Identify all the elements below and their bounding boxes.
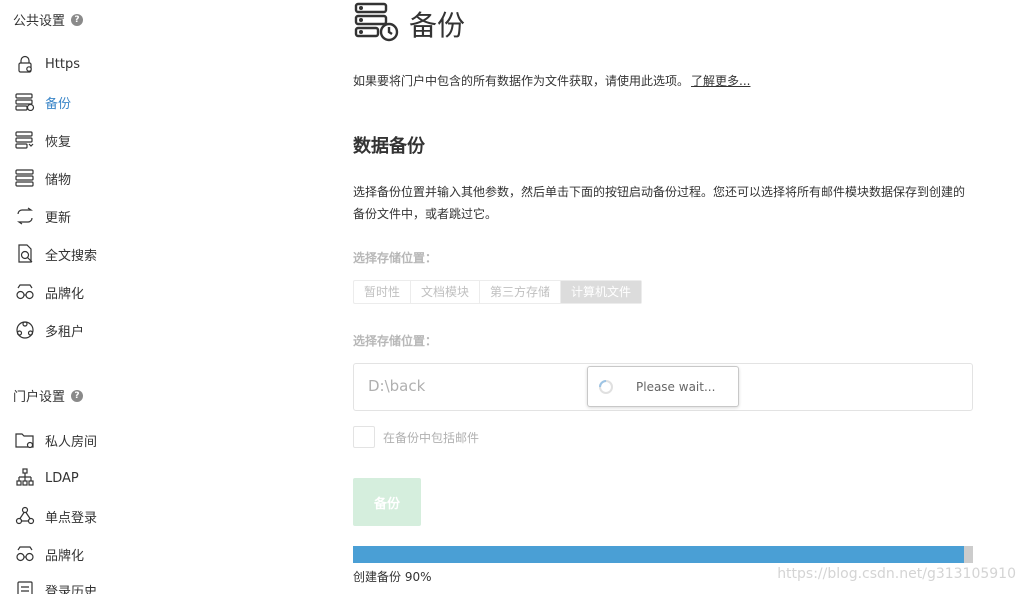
sidebar-item-label: LDAP [45,470,79,486]
private-room-folder-icon [14,429,36,451]
path-label: 选择存储位置： [353,334,438,348]
branding-glasses-icon [14,543,36,565]
page-title: 备份 [353,2,465,46]
sidebar-item-label: 更新 [45,210,72,226]
server-backup-icon [14,91,36,113]
sidebar-item-backup[interactable]: 备份 [14,90,71,114]
sidebar-item-label: 品牌化 [45,286,85,302]
sidebar: 公共设置 ? Https 备份 恢复 储物 更新 全文搜索 品牌化 多租户 门户… [0,0,300,594]
multi-tenant-globe-icon [14,319,36,341]
backup-button[interactable]: 备份 [353,478,421,526]
portal-settings-title: 门户设置 [13,390,66,405]
sidebar-item-label: 备份 [45,96,72,112]
sidebar-item-fulltext-search[interactable]: 全文搜索 [14,242,97,266]
sso-network-icon [14,505,36,527]
ldap-tree-icon [14,467,36,489]
storage-location-label: 选择存储位置： [353,251,438,265]
progress-status-text: 创建备份 90% [353,570,432,584]
storage-tabs: 暂时性 文档模块 第三方存储 计算机文件 [353,280,643,304]
sidebar-item-login-history[interactable]: 登录历史 [14,578,97,594]
sidebar-item-private-room[interactable]: 私人房间 [14,428,97,452]
sidebar-item-restore[interactable]: 恢复 [14,128,71,152]
help-icon[interactable]: ? [71,13,84,26]
sidebar-item-storage[interactable]: 储物 [14,166,71,190]
public-settings-title: 公共设置 [13,14,66,29]
please-wait-popup: Please wait... [587,366,739,407]
server-backup-clock-icon [353,2,401,46]
sidebar-item-branding[interactable]: 品牌化 [14,280,84,304]
backup-description: 选择备份位置并输入其他参数，然后单击下面的按钮启动备份过程。您还可以选择将所有邮… [353,185,966,221]
include-mail-checkbox[interactable] [353,426,375,448]
sidebar-item-label: 全文搜索 [45,248,98,264]
include-mail-row: 在备份中包括邮件 [353,426,479,448]
public-settings-header: 公共设置 ? [13,10,84,29]
include-mail-label: 在备份中包括邮件 [383,430,480,445]
loading-spinner-icon [598,379,614,395]
sidebar-item-multitenant[interactable]: 多租户 [14,318,84,342]
main-content: 备份 如果要将门户中包含的所有数据作为文件获取，请使用此选项。 了解更多... 数… [353,0,993,594]
sidebar-item-label: 恢复 [45,134,72,150]
progress-fill [353,546,964,563]
sidebar-item-label: 多租户 [45,324,85,340]
sidebar-item-https[interactable]: Https [14,52,80,76]
branding-glasses-icon [14,281,36,303]
page-title-text: 备份 [409,9,466,42]
tab-documents-module[interactable]: 文档模块 [411,281,481,303]
please-wait-text: Please wait... [636,379,716,394]
tab-third-party-storage[interactable]: 第三方存储 [480,281,562,303]
help-icon[interactable]: ? [71,389,84,402]
sidebar-item-label: 私人房间 [45,434,98,450]
refresh-arrows-icon [14,205,36,227]
backup-progress-bar [353,546,973,563]
tab-computer-file[interactable]: 计算机文件 [561,281,642,303]
server-restore-icon [14,129,36,151]
sidebar-item-ldap[interactable]: LDAP [14,466,79,490]
intro-description: 如果要将门户中包含的所有数据作为文件获取，请使用此选项。 [353,74,690,88]
sidebar-item-sso[interactable]: 单点登录 [14,504,97,528]
intro-text: 如果要将门户中包含的所有数据作为文件获取，请使用此选项。 了解更多... [353,72,750,89]
lock-certificate-icon [14,53,36,75]
login-history-icon [14,579,36,594]
sidebar-item-label: 储物 [45,172,72,188]
sidebar-item-branding-portal[interactable]: 品牌化 [14,542,84,566]
path-input[interactable] [368,377,588,395]
server-storage-icon [14,167,36,189]
document-search-icon [14,243,36,265]
sidebar-item-label: 登录历史 [45,584,98,594]
watermark: https://blog.csdn.net/g313105910 [777,566,1016,582]
sidebar-item-label: Https [45,56,80,72]
tab-temporary[interactable]: 暂时性 [354,281,412,303]
data-backup-heading: 数据备份 [353,136,425,157]
sidebar-item-label: 单点登录 [45,510,98,526]
sidebar-item-update[interactable]: 更新 [14,204,71,228]
learn-more-link[interactable]: 了解更多... [691,74,750,88]
portal-settings-header: 门户设置 ? [13,386,84,405]
sidebar-item-label: 品牌化 [45,548,85,564]
